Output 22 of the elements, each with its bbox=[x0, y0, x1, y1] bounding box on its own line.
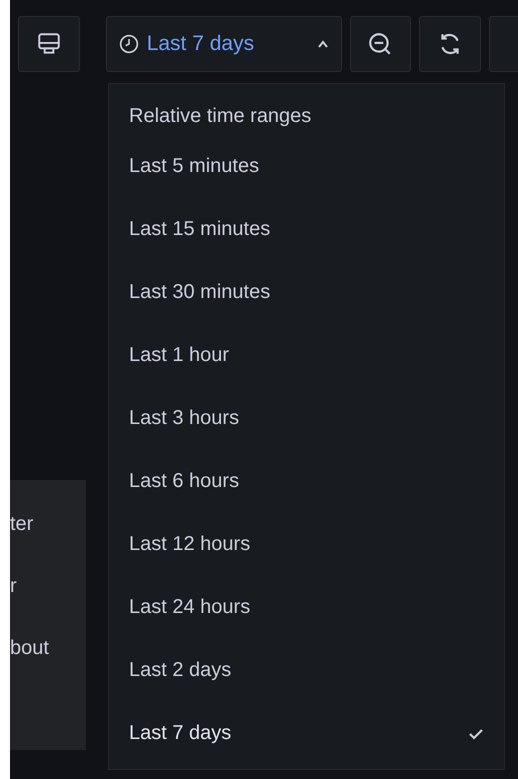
zoom-out-button[interactable] bbox=[350, 16, 412, 72]
menu-item[interactable]: bout bbox=[10, 628, 86, 690]
menu-heading: Relative time ranges bbox=[128, 104, 312, 129]
time-range-picker[interactable]: Last 7 days bbox=[106, 16, 342, 72]
time-range-option[interactable]: Last 1 hour bbox=[109, 324, 504, 387]
time-range-option[interactable]: Last 3 hours bbox=[109, 387, 504, 450]
time-range-option[interactable]: Last 15 minutes bbox=[109, 198, 504, 261]
time-range-option[interactable]: Last 6 hours bbox=[109, 450, 504, 513]
checkmark-icon bbox=[468, 728, 484, 740]
time-range-option[interactable]: Last 24 hours bbox=[109, 576, 504, 639]
zoom-out-icon bbox=[367, 31, 394, 57]
time-range-option[interactable]: Last 7 days bbox=[109, 702, 504, 765]
menu-item[interactable]: ter bbox=[10, 504, 86, 566]
refresh-button[interactable] bbox=[419, 16, 482, 72]
time-range-option[interactable]: Last 30 minutes bbox=[109, 261, 504, 324]
clock-icon bbox=[118, 34, 139, 54]
tv-mode-button[interactable] bbox=[18, 16, 80, 72]
caret-icon bbox=[316, 39, 329, 49]
time-range-option[interactable]: Last 2 days bbox=[109, 639, 504, 702]
time-range-option[interactable]: Last 12 hours bbox=[109, 513, 504, 576]
menu-item[interactable]: r bbox=[10, 566, 86, 628]
time-range-option[interactable]: Last 5 minutes bbox=[109, 135, 504, 198]
